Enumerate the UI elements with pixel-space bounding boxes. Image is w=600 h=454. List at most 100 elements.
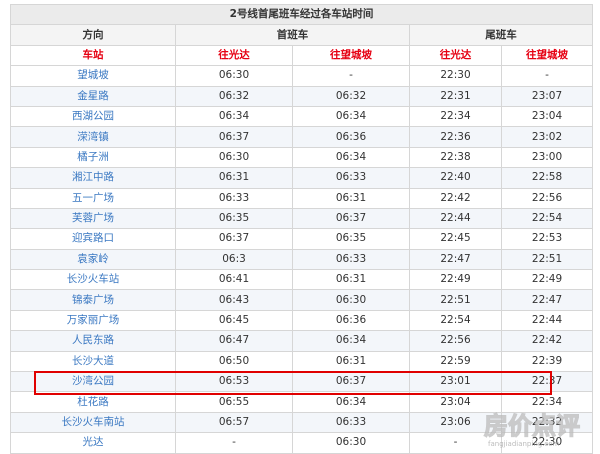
station-cell: 人民东路 bbox=[10, 330, 176, 352]
last-to-guangda-cell: 22:40 bbox=[409, 167, 502, 189]
schedule-rows: 望城坡 06:30-22:30- 金星路 06:32 06:32 22:31 23:07 西湖… bbox=[10, 65, 594, 454]
last-to-wangli-header: 往望城坡 bbox=[500, 44, 594, 67]
table-row: 人民东路 06:47 06:34 22:56 22:42 bbox=[10, 330, 594, 352]
last-to-guangda-cell: 22:59 bbox=[409, 350, 502, 373]
last-to-wangli-cell: 22:56 bbox=[500, 187, 594, 209]
station-cell: 橘子洲 bbox=[10, 146, 176, 169]
first-to-guangda-cell: 06:30 bbox=[175, 65, 293, 87]
table-row: 金星路 06:32 06:32 22:31 23:07 bbox=[10, 85, 594, 107]
first-to-wangli-cell: 06:34 bbox=[292, 146, 410, 169]
table-row: 湘江中路 06:31 06:33 22:40 22:58 bbox=[10, 167, 594, 189]
last-to-wangli-cell: 22:37 bbox=[500, 371, 594, 393]
table-row: 长沙火车南站 06:57 06:33 23:06 22:32 bbox=[10, 411, 594, 434]
first-to-guangda-cell: 06:3 bbox=[175, 248, 293, 271]
schedule-table-wrapper: 2号线首尾班车经过各车站时间 方向 首班车 尾班车 车站 往光达 往望城坡 往光… bbox=[9, 3, 594, 454]
first-to-guangda-cell: 06:33 bbox=[175, 187, 293, 209]
first-to-wangli-cell: 06:34 bbox=[292, 391, 410, 413]
first-to-guangda-header: 往光达 bbox=[175, 44, 293, 67]
first-to-wangli-cell: 06:35 bbox=[292, 228, 410, 250]
last-to-wangli-cell: 22:47 bbox=[500, 289, 594, 311]
last-to-guangda-cell: - bbox=[409, 432, 502, 454]
table-row: 望城坡 06:30-22:30- bbox=[10, 65, 594, 87]
first-to-guangda-cell: 06:43 bbox=[175, 289, 293, 311]
last-to-guangda-cell: 22:31 bbox=[409, 85, 502, 107]
table-row: 长沙火车站 06:41 06:31 22:49 22:49 bbox=[10, 269, 594, 291]
first-to-guangda-cell: 06:37 bbox=[175, 126, 293, 148]
station-cell: 芙蓉广场 bbox=[10, 207, 176, 230]
first-to-wangli-cell: 06:31 bbox=[292, 269, 410, 291]
first-to-guangda-cell: 06:45 bbox=[175, 309, 293, 332]
table-row: 迎宾路口 06:37 06:35 22:45 22:53 bbox=[10, 228, 594, 250]
first-to-guangda-cell: 06:30 bbox=[175, 146, 293, 169]
last-to-wangli-cell: 22:49 bbox=[500, 269, 594, 291]
first-to-wangli-cell: 06:34 bbox=[292, 330, 410, 352]
station-cell: 五一广场 bbox=[10, 187, 176, 209]
table-title: 2号线首尾班车经过各车站时间 bbox=[9, 3, 594, 26]
first-to-guangda-cell: 06:34 bbox=[175, 105, 293, 128]
last-to-wangli-cell: 22:32 bbox=[500, 411, 594, 434]
station-cell: 锦泰广场 bbox=[10, 289, 176, 311]
last-to-guangda-cell: 22:44 bbox=[409, 207, 502, 230]
first-to-wangli-cell: 06:33 bbox=[292, 248, 410, 271]
first-to-guangda-cell: 06:55 bbox=[175, 391, 293, 413]
table-row: 沙湾公园 06:53 06:37 23:01 22:37 bbox=[10, 371, 594, 393]
table-row: 锦泰广场 06:43 06:30 22:51 22:47 bbox=[10, 289, 594, 311]
station-cell: 万家丽广场 bbox=[10, 309, 176, 332]
station-cell: 溁湾镇 bbox=[10, 126, 176, 148]
table-row: 万家丽广场 06:45 06:36 22:54 22:44 bbox=[10, 309, 594, 332]
first-to-wangli-cell: 06:31 bbox=[292, 350, 410, 373]
station-cell: 长沙火车南站 bbox=[10, 411, 176, 434]
first-to-wangli-cell: 06:37 bbox=[292, 207, 410, 230]
last-to-wangli-cell: 22:34 bbox=[500, 391, 594, 413]
table-row: 杜花路 06:55 06:34 23:04 22:34 bbox=[10, 391, 594, 413]
station-cell: 杜花路 bbox=[10, 391, 176, 413]
last-to-guangda-cell: 22:56 bbox=[409, 330, 502, 352]
last-to-guangda-cell: 22:38 bbox=[409, 146, 502, 169]
station-cell: 沙湾公园 bbox=[10, 371, 176, 393]
first-to-wangli-cell: 06:36 bbox=[292, 309, 410, 332]
table-row: 溁湾镇 06:37 06:36 22:36 23:02 bbox=[10, 126, 594, 148]
table-row: 西湖公园 06:34 06:34 22:34 23:04 bbox=[10, 105, 594, 128]
first-to-guangda-cell: - bbox=[175, 432, 293, 454]
station-cell: 西湖公园 bbox=[10, 105, 176, 128]
table-row: 光达 -06:30-22:30 bbox=[10, 432, 594, 454]
first-to-wangli-cell: - bbox=[292, 65, 410, 87]
table-row: 五一广场 06:33 06:31 22:42 22:56 bbox=[10, 187, 594, 209]
last-to-wangli-cell: 23:02 bbox=[500, 126, 594, 148]
last-to-wangli-cell: 22:58 bbox=[500, 167, 594, 189]
first-to-guangda-cell: 06:50 bbox=[175, 350, 293, 373]
last-to-wangli-cell: 22:51 bbox=[500, 248, 594, 271]
first-to-guangda-cell: 06:31 bbox=[175, 167, 293, 189]
last-to-guangda-cell: 22:51 bbox=[409, 289, 502, 311]
table-row: 袁家岭 06:3 06:33 22:47 22:51 bbox=[10, 248, 594, 271]
first-to-guangda-cell: 06:32 bbox=[175, 85, 293, 107]
last-to-guangda-header: 往光达 bbox=[409, 44, 502, 67]
first-to-guangda-cell: 06:57 bbox=[175, 411, 293, 434]
last-to-guangda-cell: 22:47 bbox=[409, 248, 502, 271]
first-to-guangda-cell: 06:53 bbox=[175, 371, 293, 393]
first-to-guangda-cell: 06:47 bbox=[175, 330, 293, 352]
last-to-wangli-cell: 22:30 bbox=[500, 432, 594, 454]
station-cell: 湘江中路 bbox=[10, 167, 176, 189]
station-cell: 光达 bbox=[10, 432, 176, 454]
last-to-guangda-cell: 22:54 bbox=[409, 309, 502, 332]
last-to-wangli-cell: 22:39 bbox=[500, 350, 594, 373]
table-row: 橘子洲 06:30 06:34 22:38 23:00 bbox=[10, 146, 594, 169]
station-cell: 迎宾路口 bbox=[10, 228, 176, 250]
last-to-guangda-cell: 22:30 bbox=[409, 65, 502, 87]
last-to-guangda-cell: 22:42 bbox=[409, 187, 502, 209]
first-to-wangli-cell: 06:31 bbox=[292, 187, 410, 209]
last-to-guangda-cell: 23:01 bbox=[409, 371, 502, 393]
first-to-wangli-cell: 06:33 bbox=[292, 411, 410, 434]
station-header: 车站 bbox=[10, 44, 176, 67]
last-to-wangli-cell: 22:44 bbox=[500, 309, 594, 332]
last-to-wangli-cell: 22:54 bbox=[500, 207, 594, 230]
last-to-guangda-cell: 22:36 bbox=[409, 126, 502, 148]
last-to-wangli-cell: 22:53 bbox=[500, 228, 594, 250]
last-to-guangda-cell: 22:49 bbox=[409, 269, 502, 291]
last-to-wangli-cell: 23:07 bbox=[500, 85, 594, 107]
first-to-wangli-cell: 06:37 bbox=[292, 371, 410, 393]
last-train-header: 尾班车 bbox=[408, 24, 594, 46]
last-to-guangda-cell: 22:45 bbox=[409, 228, 502, 250]
station-cell: 望城坡 bbox=[10, 65, 176, 87]
